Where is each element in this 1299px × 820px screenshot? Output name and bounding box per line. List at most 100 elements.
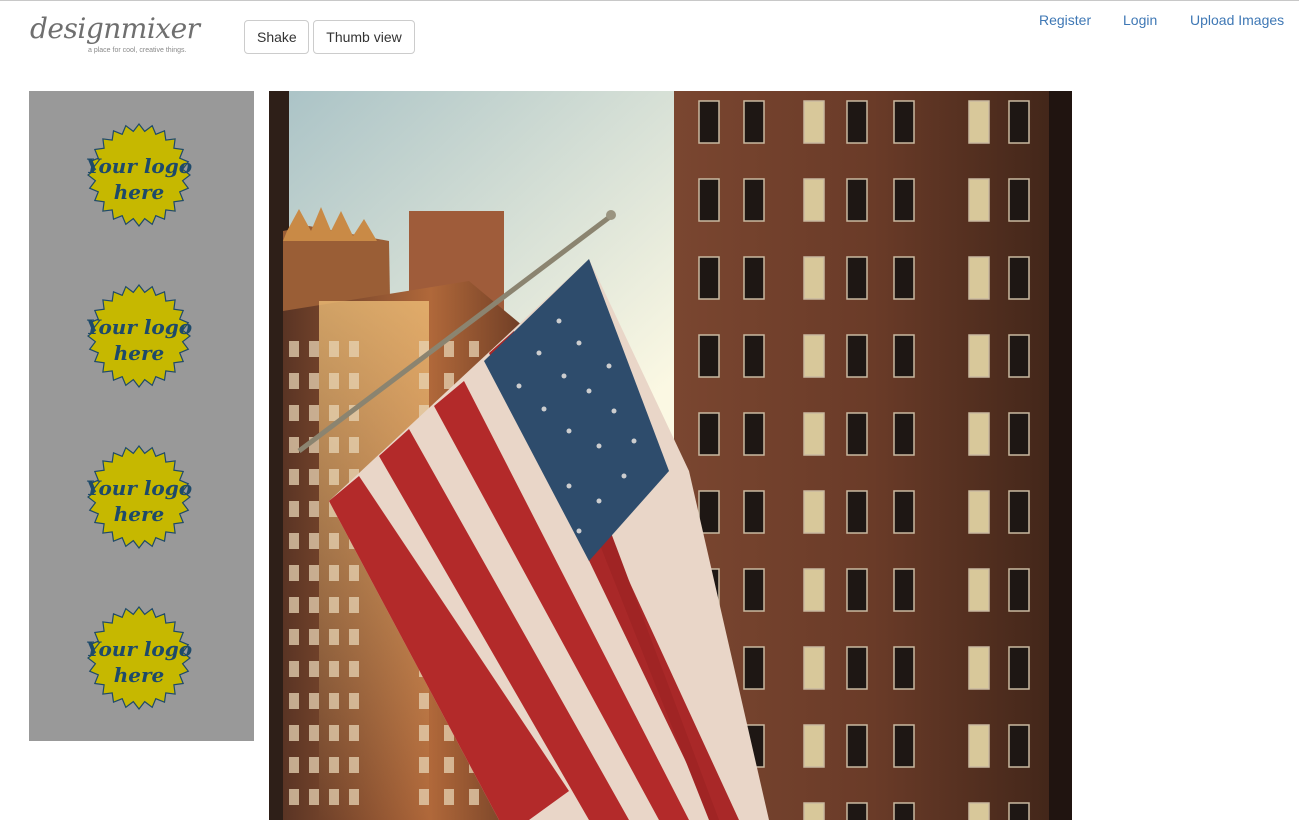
building-window <box>968 802 990 820</box>
building-window <box>329 373 339 389</box>
building-window <box>803 490 825 534</box>
building-window <box>846 646 868 690</box>
ad-slot[interactable]: Your logo here <box>84 123 194 227</box>
building-window <box>309 469 319 485</box>
building-window <box>309 373 319 389</box>
building-window <box>1008 568 1030 612</box>
building-window <box>349 693 359 709</box>
building-window <box>893 568 915 612</box>
building-window <box>846 334 868 378</box>
ad-line1: Your logo <box>86 154 192 178</box>
register-link[interactable]: Register <box>1039 12 1091 28</box>
building-window <box>349 341 359 357</box>
building-window <box>968 724 990 768</box>
ad-line2: here <box>114 341 165 365</box>
building-window <box>349 629 359 645</box>
building-window <box>419 373 429 389</box>
building-window <box>289 693 299 709</box>
building-window <box>309 565 319 581</box>
building-window <box>698 256 720 300</box>
brand-logo[interactable]: designmixer a place for cool, creative t… <box>28 12 200 62</box>
building-window <box>329 725 339 741</box>
building-window <box>803 256 825 300</box>
building-window <box>289 437 299 453</box>
building-window <box>968 412 990 456</box>
building-window <box>349 757 359 773</box>
ad-slot[interactable]: Your logo here <box>84 284 194 388</box>
building-window <box>803 802 825 820</box>
building-window <box>289 533 299 549</box>
building-window <box>289 725 299 741</box>
building-window <box>289 661 299 677</box>
building-window <box>1008 256 1030 300</box>
building-window <box>469 341 479 357</box>
ad-line1: Your logo <box>86 315 192 339</box>
building-window <box>846 724 868 768</box>
flag-photo-image <box>269 91 1072 820</box>
building-window <box>1008 724 1030 768</box>
top-border <box>0 0 1299 1</box>
building-window <box>289 789 299 805</box>
thumb-view-button[interactable]: Thumb view <box>313 20 415 54</box>
building-window <box>419 693 429 709</box>
ad-line1: Your logo <box>86 476 192 500</box>
building-window <box>743 646 765 690</box>
building-window <box>803 412 825 456</box>
building-window <box>743 100 765 144</box>
building-window <box>329 469 339 485</box>
building-window <box>968 646 990 690</box>
building-window <box>1008 100 1030 144</box>
building-window <box>309 501 319 517</box>
building-window <box>444 789 454 805</box>
ad-line2: here <box>114 663 165 687</box>
building-window <box>309 693 319 709</box>
building-window <box>893 646 915 690</box>
shake-button[interactable]: Shake <box>244 20 309 54</box>
building-window <box>893 334 915 378</box>
building-window <box>329 565 339 581</box>
building-window <box>743 412 765 456</box>
building-window <box>349 661 359 677</box>
building-window <box>698 100 720 144</box>
logo-badge-icon: Your logo here <box>86 123 192 227</box>
brand-name: designmixer <box>30 12 200 45</box>
logo-badge-icon: Your logo here <box>86 445 192 549</box>
building-window <box>846 100 868 144</box>
building-window <box>803 100 825 144</box>
building-window <box>329 757 339 773</box>
building-window <box>803 334 825 378</box>
ad-slot[interactable]: Your logo here <box>84 606 194 710</box>
building-window <box>1008 412 1030 456</box>
upload-images-link[interactable]: Upload Images <box>1190 12 1284 28</box>
building-window <box>1008 646 1030 690</box>
building-window <box>469 789 479 805</box>
ad-line1: Your logo <box>86 637 192 661</box>
building-window <box>329 341 339 357</box>
login-link[interactable]: Login <box>1123 12 1157 28</box>
building-window <box>349 789 359 805</box>
building-window <box>846 178 868 222</box>
building-window <box>846 490 868 534</box>
building-window <box>349 373 359 389</box>
building-window <box>329 789 339 805</box>
main-photo[interactable] <box>269 91 1072 820</box>
building-window <box>289 405 299 421</box>
ad-slot[interactable]: Your logo here <box>84 445 194 549</box>
building-window <box>968 334 990 378</box>
building-window <box>698 490 720 534</box>
building-window <box>893 412 915 456</box>
building-window <box>309 661 319 677</box>
building-window <box>419 757 429 773</box>
building-window <box>968 568 990 612</box>
building-window <box>968 256 990 300</box>
logo-badge-icon: Your logo here <box>86 284 192 388</box>
building-window <box>309 789 319 805</box>
building-window <box>968 100 990 144</box>
building-window <box>1008 178 1030 222</box>
building-window <box>289 373 299 389</box>
brand-tagline: a place for cool, creative things. <box>88 47 187 54</box>
building-window <box>309 629 319 645</box>
building-window <box>846 802 868 820</box>
ad-line2: here <box>114 502 165 526</box>
building-window <box>803 724 825 768</box>
